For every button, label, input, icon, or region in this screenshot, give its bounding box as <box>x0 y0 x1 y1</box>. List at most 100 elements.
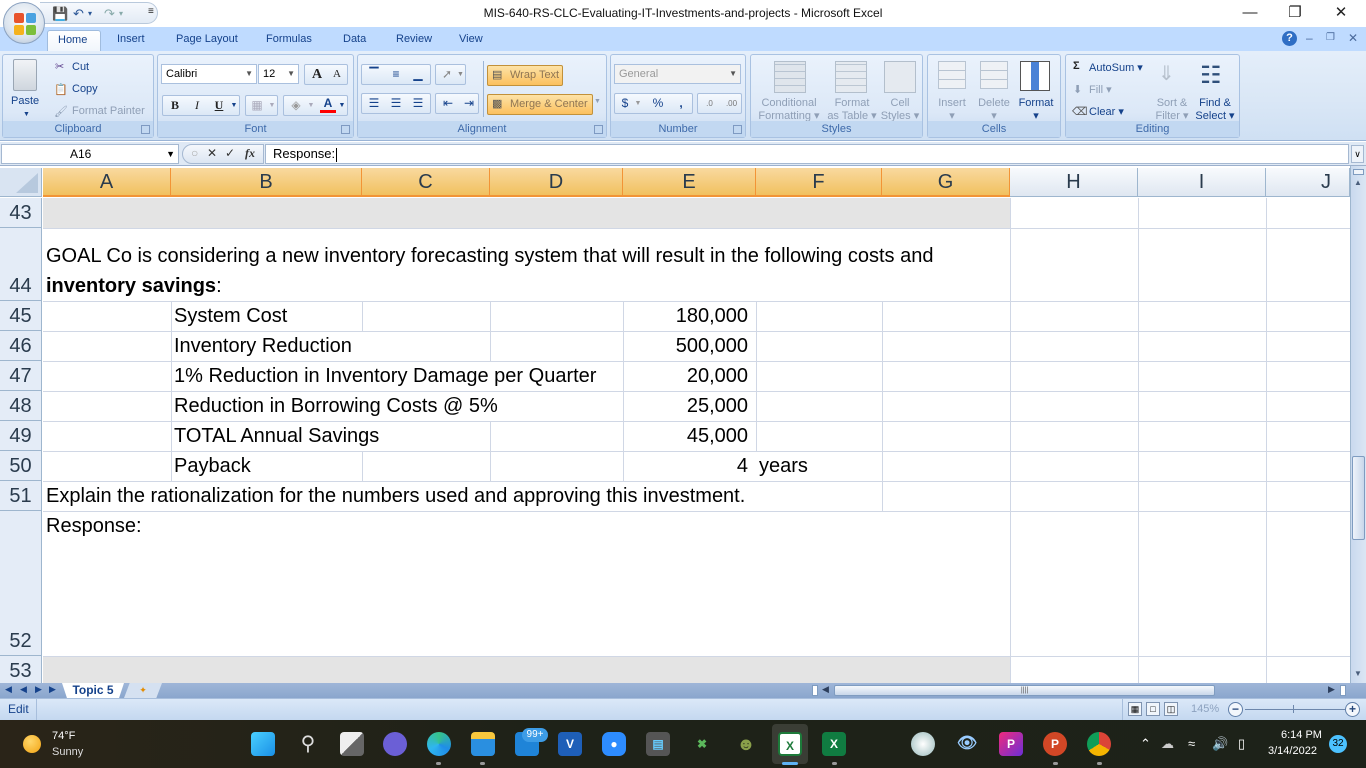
help-icon[interactable]: ? <box>1282 31 1297 46</box>
fill-button[interactable]: Fill ▾ <box>1089 83 1112 96</box>
cancel-icon[interactable]: ✕ <box>207 146 217 160</box>
minimize-button[interactable]: — <box>1227 2 1273 24</box>
bold-button[interactable]: B <box>165 96 185 115</box>
notification-badge[interactable]: 32 <box>1329 735 1347 753</box>
row-header-43[interactable]: 43 <box>0 198 42 228</box>
scroll-left-icon[interactable]: ◀ <box>822 684 829 695</box>
align-right-icon[interactable]: ☰ <box>408 94 428 113</box>
customize-qat-icon[interactable]: ≡ <box>148 6 154 17</box>
vertical-scrollbar[interactable]: ▲ ▼ <box>1350 166 1366 683</box>
horizontal-scroll-thumb[interactable]: |||| <box>834 685 1215 696</box>
battery-icon[interactable]: ▯ <box>1238 736 1245 752</box>
cell-e50[interactable]: 4 <box>623 451 752 481</box>
powerpoint-icon[interactable]: P <box>1043 732 1067 756</box>
cell-f50[interactable]: years <box>756 451 808 481</box>
alignment-launcher-icon[interactable] <box>594 125 603 134</box>
increase-indent-icon[interactable]: ⇥ <box>459 94 479 113</box>
workbook-restore-button[interactable]: ❐ <box>1326 32 1335 43</box>
chevron-down-icon[interactable]: ▼ <box>166 145 175 163</box>
column-header-c[interactable]: C <box>362 168 490 197</box>
number-format-combo[interactable]: General ▼ <box>614 64 741 84</box>
comma-button[interactable]: , <box>671 94 691 113</box>
redo-dropdown-icon[interactable]: ▾ <box>119 9 123 18</box>
zoom-in-button[interactable]: + <box>1345 702 1360 717</box>
font-color-dropdown-icon[interactable]: ▼ <box>337 96 347 115</box>
insert-function-icon[interactable]: fx <box>245 146 255 161</box>
next-sheet-icon[interactable]: ▶ <box>35 684 42 695</box>
cut-button[interactable]: Cut <box>72 61 89 73</box>
paste-icon[interactable] <box>13 59 37 91</box>
row-header-45[interactable]: 45 <box>0 301 42 331</box>
merge-center-button[interactable]: ▩ Merge & Center <box>487 94 593 115</box>
borders-button[interactable]: ▦ ▼ <box>245 95 278 116</box>
align-center-icon[interactable]: ☰ <box>386 94 406 113</box>
row-header-44[interactable]: 44 <box>0 228 42 301</box>
row-header-48[interactable]: 48 <box>0 391 42 421</box>
column-header-f[interactable]: F <box>756 168 882 197</box>
font-size-combo[interactable]: 12 ▼ <box>258 64 299 84</box>
workbook-minimize-button[interactable]: – <box>1306 31 1313 45</box>
paste-dropdown-icon[interactable]: ▼ <box>23 108 30 121</box>
page-layout-view-icon[interactable]: □ <box>1146 702 1160 716</box>
zoom-slider[interactable] <box>1245 709 1345 710</box>
row-header-51[interactable]: 51 <box>0 481 42 511</box>
cell-b49[interactable]: TOTAL Annual Savings <box>171 421 379 451</box>
select-all-button[interactable] <box>0 168 42 197</box>
cell-a52-response[interactable]: Response: <box>43 511 142 541</box>
sheet-tab-topic-5[interactable]: Topic 5 <box>62 683 124 698</box>
tab-insert[interactable]: Insert <box>107 30 155 51</box>
hscroll-split-handle[interactable] <box>1340 685 1346 696</box>
font-launcher-icon[interactable] <box>341 125 350 134</box>
cell-b47[interactable]: 1% Reduction in Inventory Damage per Qua… <box>171 361 596 391</box>
column-header-g[interactable]: G <box>882 168 1010 197</box>
cell-a44-line2[interactable]: inventory savings: <box>43 271 222 301</box>
row-header-52[interactable]: 52 <box>0 511 42 656</box>
increase-decimal-button[interactable]: .0 <box>699 94 720 113</box>
grow-font-button[interactable]: A <box>308 65 326 84</box>
scroll-down-icon[interactable]: ▼ <box>1354 669 1362 678</box>
volume-icon[interactable]: 🔊 <box>1212 736 1228 752</box>
name-box[interactable]: A16 ▼ <box>1 144 179 164</box>
currency-button[interactable]: $ <box>617 94 633 113</box>
close-button[interactable]: ✕ <box>1318 2 1364 24</box>
office-button[interactable] <box>3 2 45 44</box>
sun-icon[interactable] <box>23 735 41 753</box>
cell-styles-button[interactable]: Cell Styles ▾ <box>879 97 921 123</box>
format-painter-button[interactable]: Format Painter <box>72 105 145 117</box>
zoom-out-button[interactable]: − <box>1228 702 1243 717</box>
cell-e47[interactable]: 20,000 <box>623 361 752 391</box>
conditional-formatting-button[interactable]: Conditional Formatting ▾ <box>754 97 824 123</box>
last-sheet-icon[interactable]: ▶ <box>49 684 56 695</box>
orientation-button[interactable]: ➚ ▼ <box>435 64 466 85</box>
cell-e49[interactable]: 45,000 <box>623 421 752 451</box>
split-handle[interactable] <box>1353 169 1364 175</box>
row-header-49[interactable]: 49 <box>0 421 42 451</box>
row-header-46[interactable]: 46 <box>0 331 42 361</box>
tab-home[interactable]: Home <box>47 30 101 51</box>
paste-button[interactable]: Paste <box>11 95 39 108</box>
expand-formula-bar-icon[interactable]: ∨ <box>1351 145 1364 163</box>
formula-input[interactable]: Response: <box>265 144 1349 164</box>
cell-b48[interactable]: Reduction in Borrowing Costs @ 5% <box>171 391 498 421</box>
weather-temp[interactable]: 74°F <box>52 730 75 742</box>
first-sheet-icon[interactable]: ◀ <box>5 684 12 695</box>
cell-a51[interactable]: Explain the rationalization for the numb… <box>43 481 745 511</box>
visio-icon[interactable]: V <box>558 732 582 756</box>
restore-button[interactable]: ❐ <box>1272 2 1318 24</box>
tab-formulas[interactable]: Formulas <box>256 30 322 51</box>
onedrive-error-icon[interactable]: ☁ <box>1161 736 1174 752</box>
column-header-b[interactable]: B <box>171 168 362 197</box>
font-name-combo[interactable]: Calibri ▼ <box>161 64 257 84</box>
delete-cells-button[interactable]: Delete ▾ <box>974 97 1014 123</box>
clear-button[interactable]: Clear ▾ <box>1089 105 1124 118</box>
clock-date[interactable]: 3/14/2022 <box>1268 745 1317 757</box>
cell-e46[interactable]: 500,000 <box>623 331 752 361</box>
column-header-h[interactable]: H <box>1010 168 1138 197</box>
edge-browser-icon[interactable] <box>427 732 451 756</box>
scroll-right-icon[interactable]: ▶ <box>1328 684 1335 695</box>
cell-b45[interactable]: System Cost <box>171 301 287 331</box>
wrap-text-button[interactable]: ▤ Wrap Text <box>487 65 563 86</box>
row-header-47[interactable]: 47 <box>0 361 42 391</box>
enter-check-icon[interactable]: ✓ <box>225 146 235 160</box>
tab-view[interactable]: View <box>449 30 493 51</box>
